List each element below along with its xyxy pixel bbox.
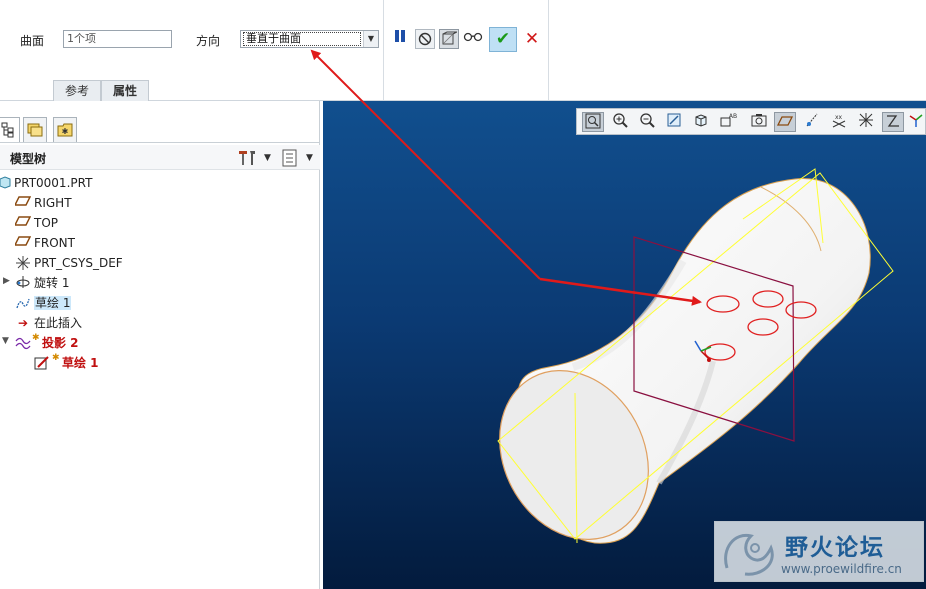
tree-item-sketch[interactable]: 草绘 1 (0, 293, 318, 313)
revolve-icon (15, 275, 31, 291)
tree-item-top[interactable]: TOP (0, 213, 318, 233)
tree-item-revolve[interactable]: ▶ 旋转 1 (0, 273, 318, 293)
divider (383, 0, 384, 100)
part-icon (0, 175, 13, 191)
direction-label: 方向 (196, 34, 221, 48)
model-tree-header: 模型树 ▼ ▼ (0, 145, 320, 170)
tree-item-label: RIGHT (34, 196, 72, 210)
preview-icon[interactable] (439, 29, 459, 49)
datum-axes-display-icon[interactable] (801, 112, 823, 132)
datum-planes-display-icon[interactable] (774, 112, 796, 132)
tree-item-label: FRONT (34, 236, 75, 250)
tree-item-label: 草绘 1 (34, 296, 72, 310)
glasses-icon[interactable] (463, 29, 483, 49)
datum-plane-icon (13, 215, 32, 231)
new-feature-star-icon: ✱ (32, 333, 40, 343)
tree-item-label: 在此插入 (34, 316, 83, 330)
csys-icon (15, 255, 31, 271)
svg-text:✱: ✱ (62, 127, 69, 136)
datum-plane-icon (13, 195, 32, 211)
zoom-in-icon[interactable] (609, 112, 631, 132)
tree-item-label: PRT_CSYS_DEF (34, 256, 123, 270)
model-tree-tab-icon[interactable] (0, 117, 20, 142)
tree-item-projection[interactable]: ▼ ✱ 投影 2 (0, 333, 318, 353)
collapse-icon[interactable]: ▼ (2, 336, 12, 346)
annotation-display-icon[interactable] (882, 112, 904, 132)
divider (548, 0, 549, 100)
tree-item-right[interactable]: RIGHT (0, 193, 318, 213)
csys-origin (707, 358, 711, 362)
tree-item-label: TOP (34, 216, 59, 230)
chevron-down-icon[interactable]: ▼ (264, 149, 271, 167)
tree-item-label: 草绘 1 (62, 356, 99, 370)
sketch-edit-icon (34, 355, 50, 371)
direction-select[interactable]: 垂直于曲面 ▼ (240, 30, 379, 48)
navigator-tabs: ✱ (0, 115, 320, 143)
view-toolbar: AB xx (576, 108, 926, 135)
projection-dashboard: 曲面 1个项 方向 垂直于曲面 ▼ ✔ ✕ 参考 属性 (0, 0, 926, 101)
csys-display-icon[interactable] (855, 112, 877, 132)
spin-center-icon[interactable] (905, 112, 926, 132)
svg-text:AB: AB (729, 113, 737, 120)
direction-select-value: 垂直于曲面 (243, 32, 361, 46)
navigator-panel: ✱ 模型树 ▼ ▼ PRT0001.PRT RIGHT TOP FRONT PR… (0, 101, 320, 589)
tree-item-front[interactable]: FRONT (0, 233, 318, 253)
tree-item-label: 投影 2 (42, 336, 79, 350)
insert-here-icon: ➔ (17, 316, 29, 330)
chevron-down-icon[interactable]: ▼ (306, 149, 313, 167)
projection-icon (15, 335, 31, 351)
cancel-button[interactable]: ✕ (522, 29, 542, 49)
sketch-icon (15, 295, 31, 311)
tree-settings-icon[interactable] (238, 149, 260, 167)
surface-label: 曲面 (20, 34, 45, 48)
watermark-title: 野火论坛 (785, 535, 885, 561)
tree-item-label: PRT0001.PRT (14, 176, 93, 190)
watermark-logo-icon (724, 533, 774, 576)
datum-points-display-icon[interactable]: xx (828, 112, 850, 132)
display-style-icon[interactable] (690, 112, 712, 132)
pause-icon[interactable] (390, 29, 410, 49)
surface-collector[interactable]: 1个项 (63, 30, 172, 48)
tab-references[interactable]: 参考 (53, 80, 101, 101)
graphics-window[interactable] (323, 101, 926, 589)
svg-text:xx: xx (835, 114, 843, 121)
model-tree-title: 模型树 (10, 152, 47, 166)
favorites-tab-icon[interactable]: ✱ (53, 117, 77, 142)
tree-item-label: 旋转 1 (34, 276, 70, 290)
folder-browser-tab-icon[interactable] (23, 117, 47, 142)
repaint-icon[interactable] (663, 112, 685, 132)
ok-button[interactable]: ✔ (489, 27, 517, 52)
forum-watermark: 野火论坛 www.proewildfire.cn (714, 521, 924, 582)
refit-icon[interactable] (582, 112, 604, 132)
new-feature-star-icon: ✱ (52, 353, 60, 363)
tree-item-part[interactable]: PRT0001.PRT (0, 173, 318, 193)
tree-filters-icon[interactable] (281, 149, 299, 167)
camera-icon[interactable] (748, 112, 770, 132)
datum-plane-icon (13, 235, 32, 251)
tree-item-projection-sketch[interactable]: ✱ 草绘 1 (0, 353, 318, 373)
model-view (497, 168, 894, 544)
saved-views-icon[interactable]: AB (718, 112, 740, 132)
expand-icon[interactable]: ▶ (3, 276, 13, 286)
no-preview-icon[interactable] (415, 29, 435, 49)
zoom-out-icon[interactable] (636, 112, 658, 132)
watermark-url: www.proewildfire.cn (781, 562, 902, 576)
tab-properties[interactable]: 属性 (101, 80, 149, 101)
tree-item-insert-here[interactable]: ➔ 在此插入 (0, 313, 318, 333)
chevron-down-icon[interactable]: ▼ (363, 31, 378, 47)
tree-item-csys[interactable]: PRT_CSYS_DEF (0, 253, 318, 273)
